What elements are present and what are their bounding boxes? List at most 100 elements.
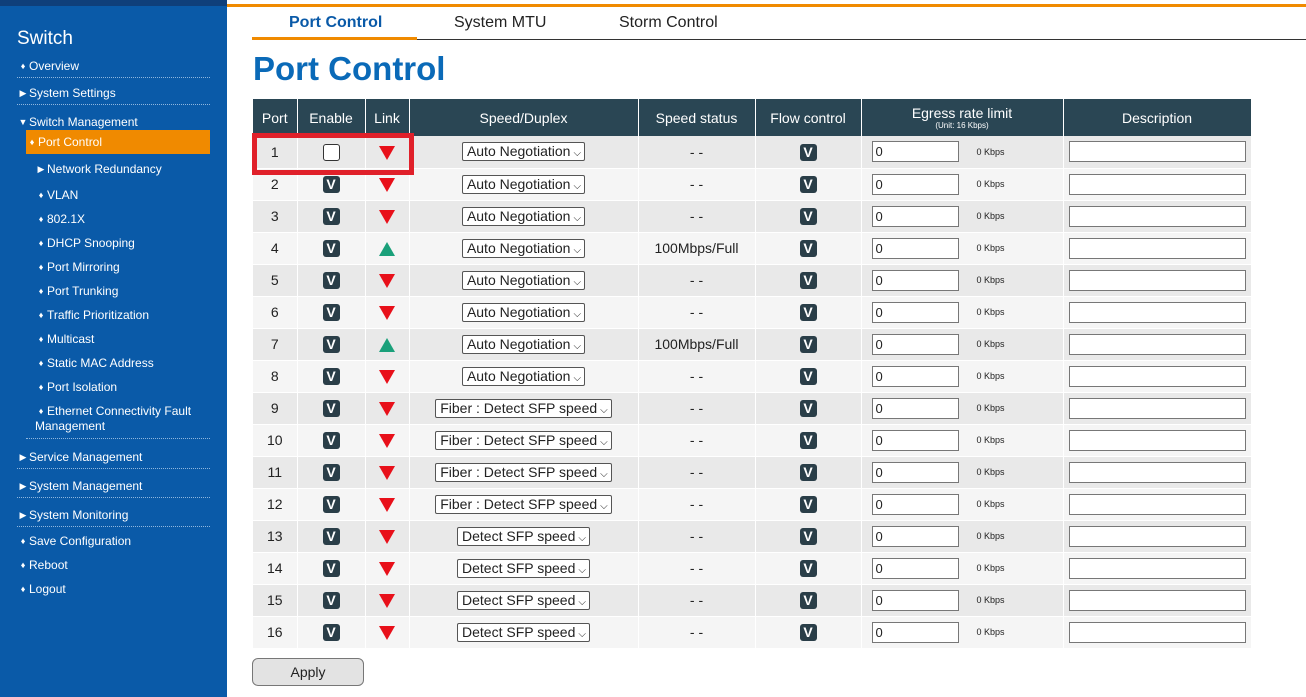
egress-rate-input[interactable]: 0	[871, 301, 959, 323]
sidebar-item-port-control[interactable]: ♦ Port Control	[26, 130, 210, 154]
egress-rate-input[interactable]: 0	[871, 621, 959, 643]
speed-duplex-select[interactable]: Auto Negotiation ⌵	[461, 334, 586, 354]
enable-checkbox[interactable]: V	[322, 495, 340, 513]
enable-checkbox[interactable]: V	[322, 303, 340, 321]
flow-control-checkbox[interactable]: V	[799, 623, 817, 641]
sidebar-item-save-configuration[interactable]: ♦ Save Configuration	[17, 534, 210, 548]
sidebar-item-multicast[interactable]: ♦ Multicast	[35, 332, 219, 346]
description-input[interactable]	[1068, 301, 1246, 323]
enable-checkbox[interactable]: V	[322, 175, 340, 193]
egress-rate-input[interactable]: 0	[871, 141, 959, 163]
sidebar-item-logout[interactable]: ♦ Logout	[17, 582, 210, 596]
speed-duplex-select[interactable]: Auto Negotiation ⌵	[461, 142, 586, 162]
egress-rate-input[interactable]: 0	[871, 429, 959, 451]
apply-button[interactable]: Apply	[252, 658, 364, 686]
sidebar-item-overview[interactable]: ♦ Overview	[17, 59, 210, 78]
flow-control-checkbox[interactable]: V	[799, 367, 817, 385]
description-input[interactable]	[1068, 557, 1246, 579]
description-input[interactable]	[1068, 429, 1246, 451]
description-input[interactable]	[1068, 461, 1246, 483]
description-input[interactable]	[1068, 493, 1246, 515]
enable-checkbox[interactable]	[322, 143, 340, 161]
sidebar-item-static-mac-address[interactable]: ♦ Static MAC Address	[35, 356, 219, 370]
flow-control-checkbox[interactable]: V	[799, 175, 817, 193]
tab-storm-control[interactable]: Storm Control	[619, 14, 718, 32]
sidebar-item-system-monitoring[interactable]: ▶ System Monitoring	[17, 508, 210, 527]
enable-checkbox[interactable]: V	[322, 463, 340, 481]
speed-duplex-select[interactable]: Fiber : Detect SFP speed ⌵	[435, 398, 612, 418]
speed-duplex-select[interactable]: Detect SFP speed ⌵	[457, 622, 590, 642]
enable-checkbox[interactable]: V	[322, 431, 340, 449]
egress-rate-input[interactable]: 0	[871, 589, 959, 611]
flow-control-checkbox[interactable]: V	[799, 399, 817, 417]
enable-checkbox[interactable]: V	[322, 271, 340, 289]
flow-control-checkbox[interactable]: V	[799, 303, 817, 321]
description-input[interactable]	[1068, 365, 1246, 387]
egress-rate-input[interactable]: 0	[871, 461, 959, 483]
egress-rate-input[interactable]: 0	[871, 237, 959, 259]
flow-control-checkbox[interactable]: V	[799, 495, 817, 513]
egress-rate-input[interactable]: 0	[871, 493, 959, 515]
sidebar-item-system-management[interactable]: ▶ System Management	[17, 479, 210, 498]
sidebar-item-ethernet-cfm[interactable]: ♦ Ethernet Connectivity Fault Management	[26, 404, 210, 439]
egress-rate-input[interactable]: 0	[871, 365, 959, 387]
speed-duplex-select[interactable]: Fiber : Detect SFP speed ⌵	[435, 494, 612, 514]
enable-checkbox[interactable]: V	[322, 207, 340, 225]
description-input[interactable]	[1068, 621, 1246, 643]
description-input[interactable]	[1068, 397, 1246, 419]
flow-control-checkbox[interactable]: V	[799, 559, 817, 577]
description-input[interactable]	[1068, 269, 1246, 291]
flow-control-checkbox[interactable]: V	[799, 207, 817, 225]
flow-control-checkbox[interactable]: V	[799, 591, 817, 609]
sidebar-item-port-mirroring[interactable]: ♦ Port Mirroring	[35, 260, 219, 274]
speed-duplex-select[interactable]: Auto Negotiation ⌵	[461, 206, 586, 226]
sidebar-item-service-management[interactable]: ▶ Service Management	[17, 450, 210, 469]
sidebar-item-system-settings[interactable]: ▶ System Settings	[17, 86, 210, 105]
sidebar-item-port-isolation[interactable]: ♦ Port Isolation	[35, 380, 219, 394]
description-input[interactable]	[1068, 333, 1246, 355]
sidebar-item-port-trunking[interactable]: ♦ Port Trunking	[35, 284, 219, 298]
enable-checkbox[interactable]: V	[322, 399, 340, 417]
sidebar-item-reboot[interactable]: ♦ Reboot	[17, 558, 210, 572]
description-input[interactable]	[1068, 173, 1246, 195]
sidebar-item-8021x[interactable]: ♦ 802.1X	[35, 212, 219, 226]
speed-duplex-select[interactable]: Detect SFP speed ⌵	[457, 526, 590, 546]
speed-duplex-select[interactable]: Auto Negotiation ⌵	[461, 238, 586, 258]
flow-control-checkbox[interactable]: V	[799, 143, 817, 161]
description-input[interactable]	[1068, 237, 1246, 259]
tab-system-mtu[interactable]: System MTU	[454, 14, 546, 32]
flow-control-checkbox[interactable]: V	[799, 527, 817, 545]
egress-rate-input[interactable]: 0	[871, 269, 959, 291]
flow-control-checkbox[interactable]: V	[799, 431, 817, 449]
description-input[interactable]	[1068, 205, 1246, 227]
sidebar-item-network-redundancy[interactable]: ▶ Network Redundancy	[35, 162, 219, 176]
egress-rate-input[interactable]: 0	[871, 173, 959, 195]
enable-checkbox[interactable]: V	[322, 559, 340, 577]
flow-control-checkbox[interactable]: V	[799, 239, 817, 257]
speed-duplex-select[interactable]: Fiber : Detect SFP speed ⌵	[435, 430, 612, 450]
sidebar-item-traffic-prioritization[interactable]: ♦ Traffic Prioritization	[35, 308, 219, 322]
tab-port-control[interactable]: Port Control	[289, 14, 382, 32]
egress-rate-input[interactable]: 0	[871, 525, 959, 547]
egress-rate-input[interactable]: 0	[871, 397, 959, 419]
description-input[interactable]	[1068, 525, 1246, 547]
speed-duplex-select[interactable]: Detect SFP speed ⌵	[457, 558, 590, 578]
egress-rate-input[interactable]: 0	[871, 557, 959, 579]
speed-duplex-select[interactable]: Detect SFP speed ⌵	[457, 590, 590, 610]
enable-checkbox[interactable]: V	[322, 623, 340, 641]
speed-duplex-select[interactable]: Auto Negotiation ⌵	[461, 366, 586, 386]
flow-control-checkbox[interactable]: V	[799, 271, 817, 289]
enable-checkbox[interactable]: V	[322, 527, 340, 545]
sidebar-item-switch-management[interactable]: ▼ Switch Management	[17, 115, 210, 129]
flow-control-checkbox[interactable]: V	[799, 463, 817, 481]
egress-rate-input[interactable]: 0	[871, 205, 959, 227]
description-input[interactable]	[1068, 589, 1246, 611]
enable-checkbox[interactable]: V	[322, 335, 340, 353]
egress-rate-input[interactable]: 0	[871, 333, 959, 355]
speed-duplex-select[interactable]: Auto Negotiation ⌵	[461, 302, 586, 322]
speed-duplex-select[interactable]: Fiber : Detect SFP speed ⌵	[435, 462, 612, 482]
speed-duplex-select[interactable]: Auto Negotiation ⌵	[461, 174, 586, 194]
flow-control-checkbox[interactable]: V	[799, 335, 817, 353]
description-input[interactable]	[1068, 141, 1246, 163]
speed-duplex-select[interactable]: Auto Negotiation ⌵	[461, 270, 586, 290]
